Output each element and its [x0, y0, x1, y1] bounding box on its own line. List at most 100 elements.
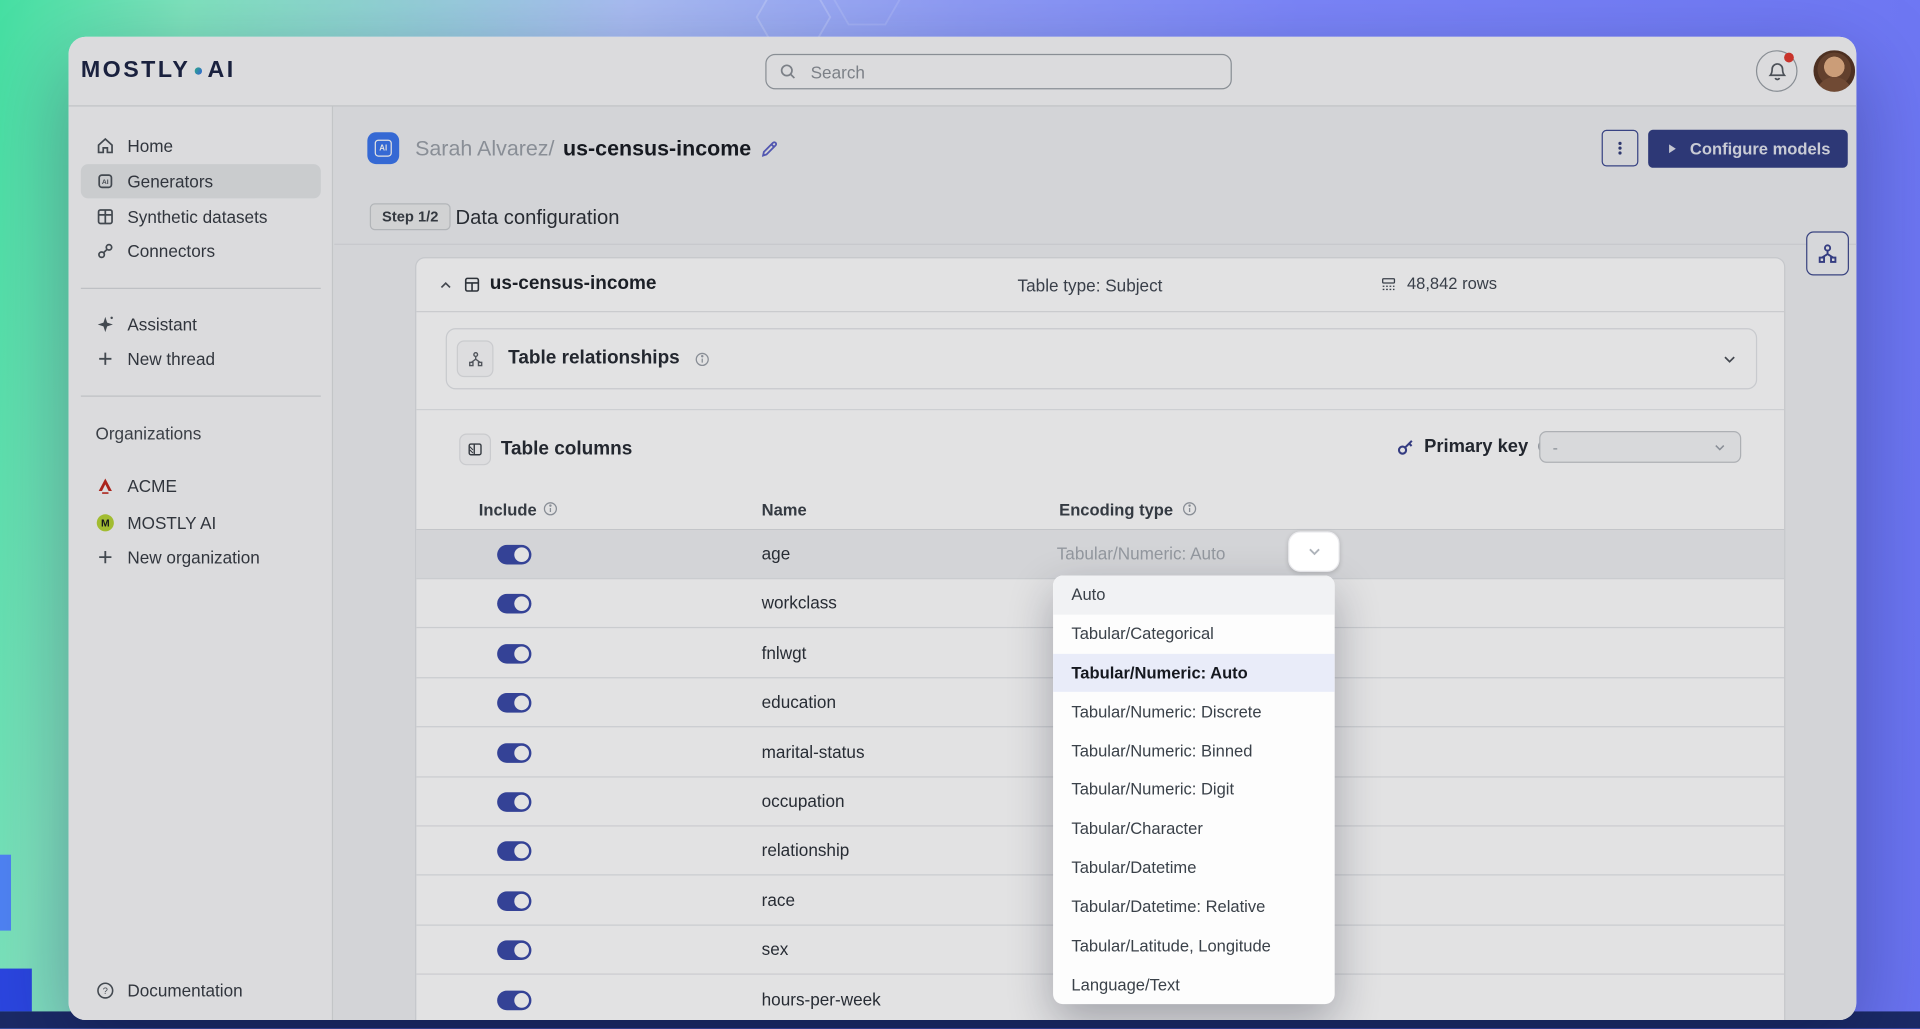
include-toggle[interactable]: [497, 991, 531, 1011]
include-toggle[interactable]: [497, 743, 531, 763]
encoding-select-button[interactable]: [1288, 531, 1339, 571]
info-icon[interactable]: [694, 351, 710, 367]
project-title: Sarah Alvarez/us-census-income: [415, 135, 780, 161]
dropdown-option[interactable]: Language/Text: [1053, 965, 1335, 1004]
primary-key-select[interactable]: -: [1539, 431, 1741, 463]
chevron-down-icon[interactable]: [1720, 350, 1738, 368]
rows-icon: [1380, 275, 1397, 292]
collapse-chevron-up-icon[interactable]: [431, 271, 460, 300]
sidebar-item-synthetic-datasets[interactable]: Synthetic datasets: [81, 200, 321, 234]
column-name: occupation: [762, 791, 845, 811]
dropdown-option[interactable]: Tabular/Numeric: Auto: [1053, 653, 1335, 692]
table-relationships-panel[interactable]: Table relationships: [446, 328, 1757, 389]
table-icon: [463, 276, 481, 294]
dropdown-option[interactable]: Auto: [1053, 576, 1335, 615]
dropdown-option[interactable]: Tabular/Datetime: [1053, 848, 1335, 887]
include-toggle[interactable]: [497, 792, 531, 812]
sidebar-item-label: Home: [127, 136, 173, 156]
columns-header-row: Include Name Encoding type: [416, 490, 1784, 530]
project-owner: Sarah Alvarez/: [415, 135, 554, 161]
table-columns-label: Table columns: [501, 438, 632, 460]
logo-text-left: MOSTLY: [81, 58, 190, 85]
include-toggle[interactable]: [497, 594, 531, 614]
row-count: 48,842 rows: [1380, 274, 1497, 292]
sidebar-item-new-organization[interactable]: New organization: [81, 540, 321, 574]
chevron-down-icon: [1712, 439, 1728, 455]
sidebar-item-documentation[interactable]: ? Documentation: [81, 973, 321, 1007]
step-bar: Step 1/2 Data configuration: [334, 196, 1856, 245]
dropdown-option[interactable]: Tabular/Categorical: [1053, 614, 1335, 653]
configure-models-label: Configure models: [1690, 140, 1831, 158]
search-input[interactable]: [808, 61, 1218, 83]
include-toggle[interactable]: [497, 545, 531, 565]
include-toggle[interactable]: [497, 644, 531, 664]
column-name: hours-per-week: [762, 989, 881, 1009]
dropdown-option[interactable]: Tabular/Numeric: Digit: [1053, 770, 1335, 809]
step-title: Data configuration: [456, 207, 620, 230]
relationship-view-button[interactable]: [1806, 231, 1849, 275]
dropdown-option[interactable]: Tabular/Numeric: Discrete: [1053, 692, 1335, 731]
column-name: age: [762, 544, 791, 564]
mostly-ai-logo[interactable]: MOSTLY AI: [81, 37, 236, 106]
configure-models-button[interactable]: Configure models: [1648, 130, 1848, 168]
include-toggle[interactable]: [497, 940, 531, 960]
dropdown-option[interactable]: Tabular/Numeric: Binned: [1053, 731, 1335, 770]
include-toggle[interactable]: [497, 841, 531, 861]
help-icon: ?: [96, 981, 116, 1001]
background-accent: [0, 855, 11, 931]
sidebar-item-generators[interactable]: AI Generators: [81, 164, 321, 198]
datasets-icon: [96, 207, 116, 227]
search-bar[interactable]: [765, 54, 1232, 90]
sidebar-item-label: New thread: [127, 349, 215, 369]
table-card-header: us-census-income Table type: Subject 48,…: [416, 258, 1784, 312]
dropdown-option[interactable]: Tabular/Latitude, Longitude: [1053, 926, 1335, 965]
sidebar-item-new-thread[interactable]: New thread: [81, 342, 321, 376]
step-badge: Step 1/2: [370, 203, 451, 230]
sidebar-item-assistant[interactable]: Assistant: [81, 307, 321, 341]
chevron-down-icon: [1305, 542, 1323, 560]
table-relationships-label: Table relationships: [508, 348, 680, 370]
more-actions-button[interactable]: [1602, 130, 1639, 167]
primary-key-value: -: [1553, 438, 1558, 456]
svg-text:AI: AI: [102, 179, 109, 186]
sidebar-item-home[interactable]: Home: [81, 129, 321, 163]
search-icon: [779, 62, 797, 80]
info-icon[interactable]: [542, 501, 558, 517]
column-name: relationship: [762, 840, 850, 860]
user-avatar[interactable]: [1813, 50, 1855, 92]
sidebar-item-label: New organization: [127, 547, 259, 567]
dropdown-option[interactable]: Tabular/Datetime: Relative: [1053, 887, 1335, 926]
background-accent: [0, 969, 32, 1012]
app-window: MOSTLY AI: [69, 37, 1857, 1020]
sidebar-item-label: ACME: [127, 476, 177, 496]
include-header: Include: [479, 501, 537, 519]
svg-text:?: ?: [103, 986, 108, 996]
home-icon: [96, 136, 116, 156]
column-name: fnlwgt: [762, 643, 807, 663]
dropdown-option[interactable]: Tabular/Character: [1053, 809, 1335, 848]
primary-key-label: Primary key: [1424, 436, 1528, 457]
acme-logo-icon: [96, 476, 116, 496]
sidebar-item-label: Synthetic datasets: [127, 207, 267, 227]
generators-icon: AI: [96, 171, 116, 191]
sidebar-item-org-acme[interactable]: ACME: [81, 469, 321, 503]
sidebar-item-label: Generators: [127, 171, 213, 191]
sidebar-item-label: Documentation: [127, 981, 242, 1001]
sidebar-item-org-mostly-ai[interactable]: M MOSTLY AI: [81, 506, 321, 540]
table-title: us-census-income: [490, 273, 657, 295]
name-header: Name: [762, 501, 807, 519]
organizations-section-label: Organizations: [96, 424, 202, 444]
table-type-label: Table type: Subject: [1018, 276, 1163, 296]
sidebar-item-label: Connectors: [127, 241, 215, 261]
project-name: us-census-income: [563, 135, 751, 161]
sidebar-item-connectors[interactable]: Connectors: [81, 234, 321, 268]
edit-icon[interactable]: [760, 138, 781, 159]
notifications-button[interactable]: [1756, 50, 1798, 92]
sidebar-divider: [81, 288, 321, 289]
generator-ai-icon: AI: [367, 132, 399, 164]
info-icon[interactable]: [1182, 501, 1198, 517]
table-columns-icon: [459, 433, 491, 465]
include-toggle[interactable]: [497, 891, 531, 911]
include-toggle[interactable]: [497, 693, 531, 713]
primary-key-group: Primary key: [1396, 436, 1553, 457]
